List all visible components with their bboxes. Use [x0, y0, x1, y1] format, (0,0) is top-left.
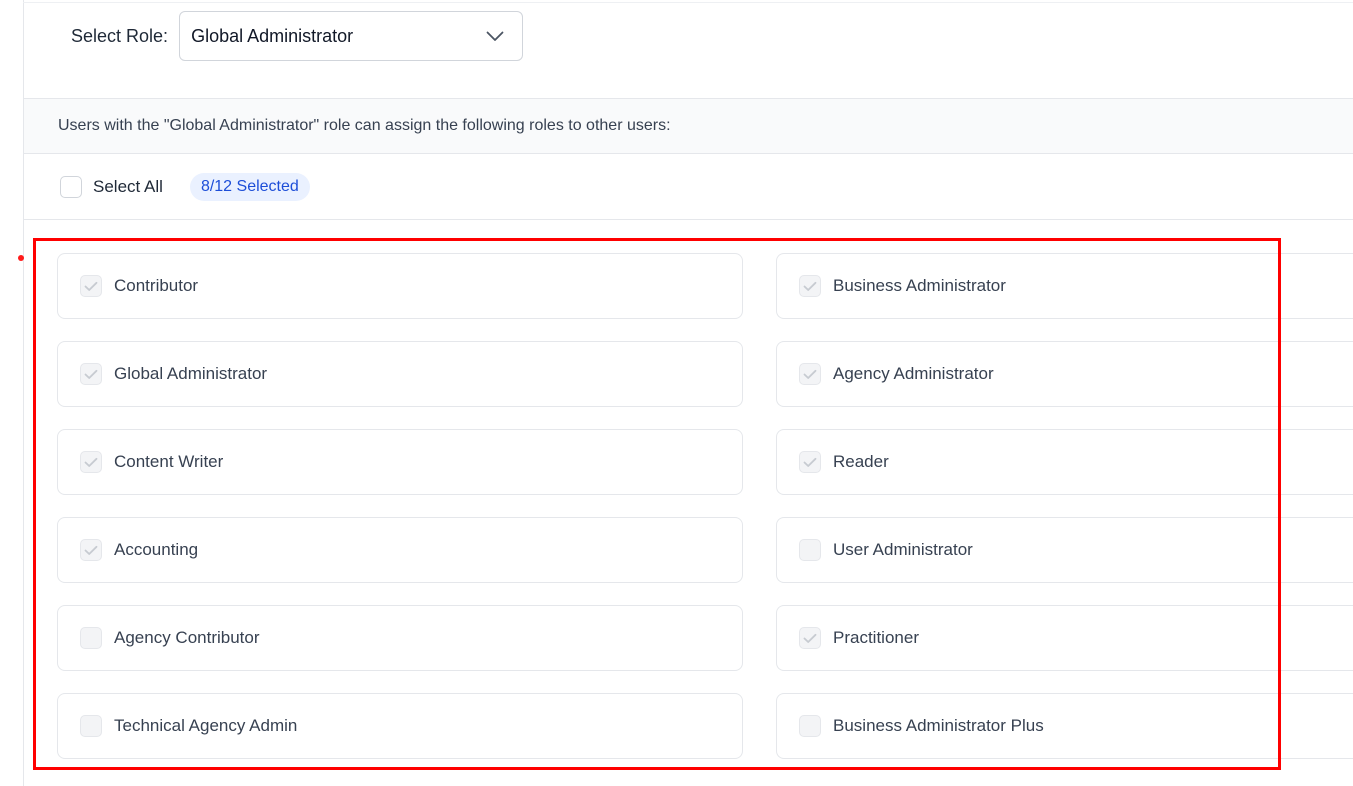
role-card[interactable]: Global Administrator [57, 341, 743, 407]
chevron-down-icon [486, 31, 504, 42]
role-label: Agency Contributor [114, 628, 260, 647]
role-checkbox[interactable] [799, 627, 821, 649]
role-checkbox[interactable] [799, 363, 821, 385]
role-label: Contributor [114, 276, 199, 295]
checkmark-icon [84, 369, 98, 379]
role-card[interactable]: Business Administrator [776, 253, 1353, 319]
role-checkbox[interactable] [799, 451, 821, 473]
role-grid: Contributor Business Administrator Global … [57, 253, 1353, 759]
role-card[interactable]: Accounting [57, 517, 743, 583]
role-label: Content Writer [114, 452, 224, 471]
checkmark-icon [84, 281, 98, 291]
selected-count-badge: 8/12 Selected [189, 172, 310, 201]
role-label: Accounting [114, 540, 199, 559]
role-label: Practitioner [833, 628, 919, 647]
role-dropdown[interactable]: Global Administrator [179, 11, 524, 61]
role-label: Technical Agency Admin [114, 716, 298, 735]
top-divider [23, 2, 1353, 3]
role-checkbox[interactable] [80, 275, 102, 297]
role-card[interactable]: Content Writer [57, 429, 743, 495]
role-label: Business Administrator Plus [833, 716, 1044, 735]
role-card[interactable]: Agency Administrator [776, 341, 1353, 407]
checkmark-icon [803, 633, 817, 643]
role-label: User Administrator [833, 540, 973, 559]
checkmark-icon [84, 457, 98, 467]
checkmark-icon [84, 545, 98, 555]
role-label: Global Administrator [114, 364, 268, 383]
role-permissions-page: Select Role: Global Administrator Users … [0, 0, 1353, 786]
select-all-label[interactable]: Select All [93, 177, 163, 197]
role-dropdown-value: Global Administrator [191, 25, 354, 46]
role-checkbox[interactable] [80, 627, 102, 649]
role-checkbox[interactable] [80, 363, 102, 385]
checkmark-icon [803, 457, 817, 467]
role-checkbox[interactable] [80, 715, 102, 737]
role-card[interactable]: Technical Agency Admin [57, 693, 743, 759]
role-card[interactable]: Practitioner [776, 605, 1353, 671]
role-card[interactable]: User Administrator [776, 517, 1353, 583]
role-card[interactable]: Agency Contributor [57, 605, 743, 671]
role-label: Business Administrator [833, 276, 1006, 295]
select-all-row: Select All 8/12 Selected [24, 154, 1353, 220]
role-label: Agency Administrator [833, 364, 994, 383]
role-checkbox[interactable] [80, 451, 102, 473]
role-label: Reader [833, 452, 889, 471]
checkmark-icon [803, 369, 817, 379]
role-card[interactable]: Contributor [57, 253, 743, 319]
role-checkbox[interactable] [799, 275, 821, 297]
role-selector-row: Select Role: Global Administrator [71, 11, 524, 61]
info-banner: Users with the "Global Administrator" ro… [24, 98, 1353, 154]
checkmark-icon [803, 281, 817, 291]
red-marker-dot [18, 255, 24, 261]
select-all-checkbox[interactable] [60, 175, 82, 198]
role-checkbox[interactable] [799, 715, 821, 737]
role-checkbox[interactable] [80, 539, 102, 561]
role-card[interactable]: Reader [776, 429, 1353, 495]
info-text: Users with the "Global Administrator" ro… [58, 117, 671, 134]
role-card[interactable]: Business Administrator Plus [776, 693, 1353, 759]
role-checkbox[interactable] [799, 539, 821, 561]
select-role-label: Select Role: [71, 25, 169, 46]
